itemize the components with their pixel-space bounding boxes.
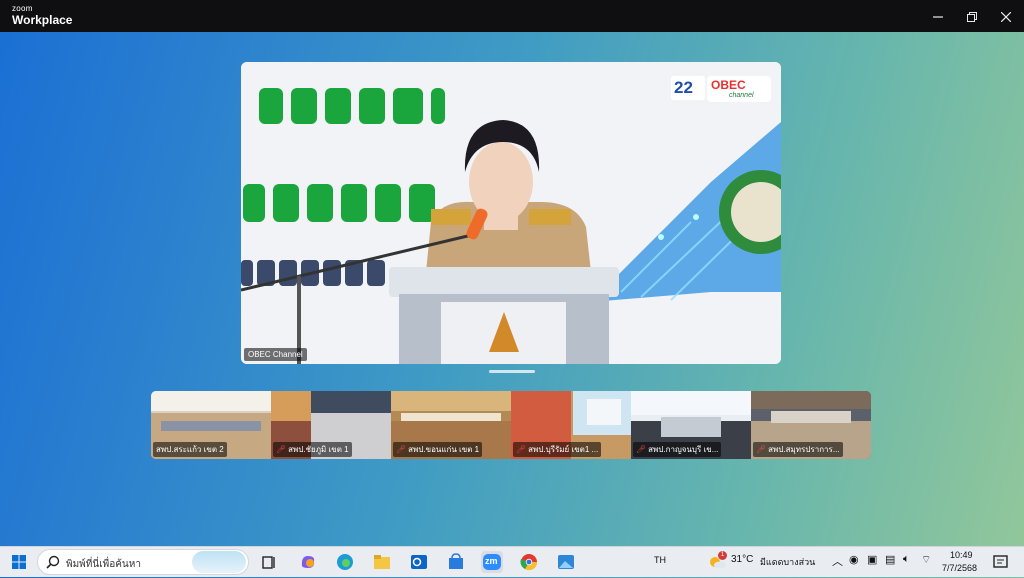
clock-date[interactable]: 7/7/2568 [942,563,977,573]
participant-tile[interactable]: 🎤︎ สพป.บุรีรัมย์ เขต1 ... [511,391,631,459]
participant-tile[interactable]: สพป.สระแก้ว เขต 2 [151,391,271,459]
edge-browser-icon [337,554,353,570]
photos-button[interactable] [555,551,577,573]
muted-mic-icon: 🎤︎ [636,445,647,454]
close-icon [1000,11,1012,22]
device-icon[interactable]: ▣ [867,553,877,566]
muted-mic-icon: 🎤︎ [516,445,527,454]
chrome-button[interactable] [518,551,540,573]
participant-name: 🎤︎ สพป.กาญจนบุรี เข... [633,442,722,457]
obec-logo-sub: channel [729,92,754,99]
resize-handle[interactable] [489,370,535,373]
notifications-button[interactable] [990,551,1012,573]
participant-tile[interactable]: 🎤︎ สพป.ขอนแก่น เขต 1 [391,391,511,459]
participant-tile[interactable]: 🎤︎ สพป.ชัยภูมิ เขต 1 [271,391,391,459]
channel-number-badge: 22 [674,78,693,97]
participant-name: 🎤︎ สพป.ชัยภูมิ เขต 1 [273,442,352,457]
zoom-icon-label: zm [485,556,498,566]
obec-logo-text: OBEC [711,78,746,92]
copilot-button[interactable] [297,551,319,573]
zoom-app-button[interactable]: zm [481,551,503,573]
folder-icon [374,555,390,569]
edge-button[interactable] [334,551,356,573]
speaker-name-tag: OBEC Channel [244,348,307,361]
outlook-button[interactable] [408,551,430,573]
participant-name: 🎤︎ สพป.บุรีรัมย์ เขต1 ... [513,442,602,457]
record-icon[interactable]: ◉ [849,553,859,566]
weather-widget-icon[interactable]: 1 [706,551,728,573]
weather-temp[interactable]: 31°C [731,554,753,565]
muted-mic-icon: 🎤︎ [276,445,287,454]
app-logo: Workplace [12,13,73,27]
copilot-icon [301,556,315,568]
start-button[interactable] [8,551,30,573]
task-view-icon [262,556,275,569]
taskbar-search[interactable]: พิมพ์ที่นี่เพื่อค้นหา [37,549,249,575]
language-indicator[interactable]: TH [654,555,666,565]
outlook-icon [411,555,427,569]
clock-time[interactable]: 10:49 [950,550,973,560]
wifi-icon[interactable]: ⌔ [921,553,931,567]
search-highlight-image [192,551,246,573]
muted-mic-icon: 🎤︎ [756,445,767,454]
volume-icon[interactable]: 🔈︎ [903,553,910,566]
minimize-icon [933,15,943,18]
taskbar: พิมพ์ที่นี่เพื่อค้นหา zm TH 1 31°C มีแดด… [0,546,1024,577]
participant-name: 🎤︎ สพป.สมุทรปราการ... [753,442,843,457]
restore-button[interactable] [955,4,989,28]
app-logo-small: zoom [12,4,33,13]
chrome-icon [520,554,538,571]
restore-icon [967,11,977,22]
participant-strip: สพป.สระแก้ว เขต 2 🎤︎ สพป.ชัยภูมิ เขต 1 🎤︎… [151,391,871,459]
muted-mic-icon: 🎤︎ [396,445,407,454]
store-button[interactable] [445,551,467,573]
participant-name: สพป.สระแก้ว เขต 2 [153,442,227,457]
photos-icon [558,555,574,569]
weather-badge: 1 [718,551,727,560]
participant-tile[interactable]: 🎤︎ สพป.กาญจนบุรี เข... [631,391,751,459]
camera-icon[interactable]: ▤ [885,553,895,566]
store-icon [449,553,463,569]
minimize-button[interactable] [921,4,955,28]
participant-name: 🎤︎ สพป.ขอนแก่น เขต 1 [393,442,483,457]
weather-description[interactable]: มีแดดบางส่วน [760,555,815,569]
task-view-button[interactable] [258,551,280,573]
search-icon [46,555,60,569]
windows-logo-icon [12,555,26,569]
speaker-video-frame [241,62,781,364]
file-explorer-button[interactable] [371,551,393,573]
search-placeholder: พิมพ์ที่นี่เพื่อค้นหา [66,559,141,570]
chevron-up-icon[interactable]: ︿ [832,553,843,569]
close-button[interactable] [989,4,1023,28]
participant-tile[interactable]: 🎤︎ สพป.สมุทรปราการ... [751,391,871,459]
active-speaker-video[interactable]: 22 OBEC channel OBEC Channel [241,62,781,364]
notification-icon [993,555,1008,568]
title-bar: zoom Workplace [0,0,1024,32]
